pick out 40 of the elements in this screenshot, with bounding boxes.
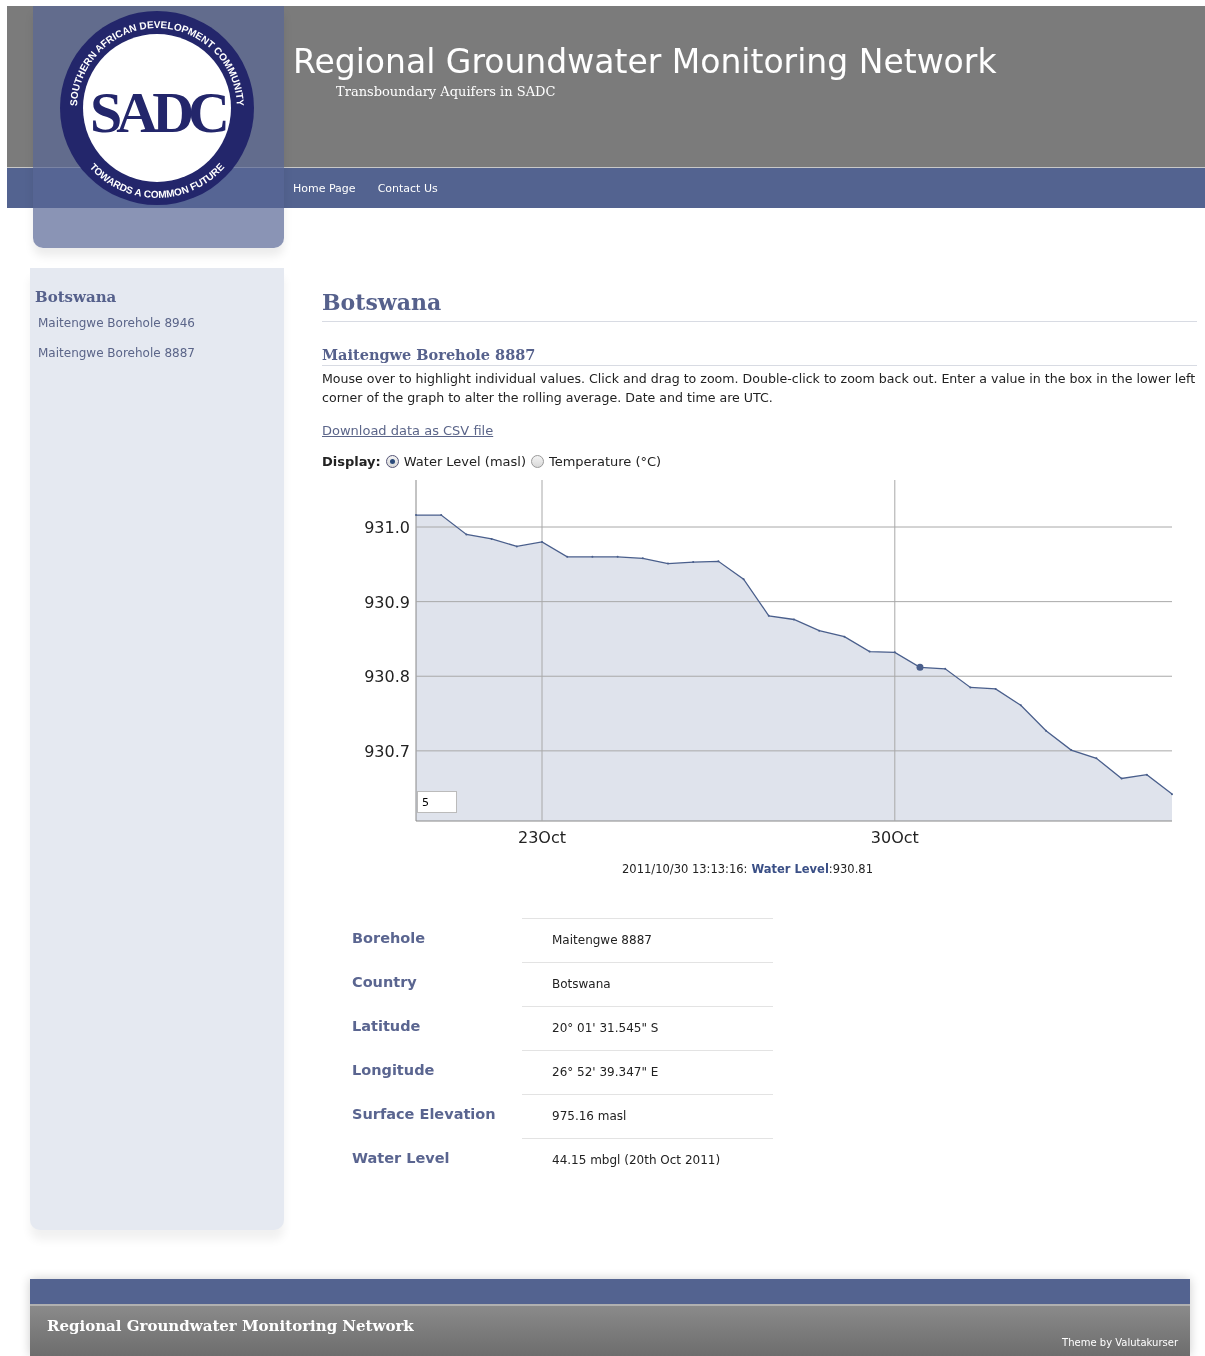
- download-link[interactable]: Download data as CSV file: [322, 423, 494, 438]
- y-tick-label: 931.0: [364, 518, 410, 537]
- detail-value: 44.15 mbgl (20th Oct 2011): [522, 1138, 773, 1182]
- sidebar-link[interactable]: Maitengwe Borehole 8887: [38, 346, 195, 360]
- detail-label: Borehole: [352, 929, 427, 948]
- detail-label: Longitude: [352, 1061, 436, 1080]
- radio-label[interactable]: Water Level (masl): [403, 454, 526, 469]
- instructions-text: Mouse over to highlight individual values. Click and drag to zoom. Double-click to zoom back out. Enter a value in the box in the lower left corner of the graph to alter the rolling average. Date and time are UTC.: [322, 370, 1197, 407]
- detail-label: Country: [352, 973, 418, 992]
- y-tick-label: 930.8: [364, 667, 410, 687]
- footer-credit: Theme by Valutakurser: [1062, 1337, 1178, 1350]
- x-tick-label: 30Oct: [870, 828, 919, 847]
- radio-button[interactable]: [530, 455, 544, 468]
- y-tick-label: 930.7: [364, 741, 410, 761]
- detail-label: Surface Elevation: [352, 1105, 497, 1124]
- detail-label: Water Level: [352, 1149, 451, 1168]
- detail-value: Maitengwe 8887: [522, 918, 773, 962]
- page-heading: Botswana: [322, 289, 1197, 322]
- nav-link[interactable]: Contact Us: [377, 181, 438, 195]
- detail-value: 20° 01' 31.545" S: [522, 1006, 773, 1050]
- nav-link[interactable]: Home Page: [293, 181, 356, 195]
- site-title: Regional Groundwater Monitoring Network: [293, 42, 998, 81]
- site-subtitle: Transboundary Aquifers in SADC: [336, 84, 557, 99]
- detail-value: Botswana: [522, 962, 773, 1006]
- detail-value: 26° 52' 39.347" E: [522, 1050, 773, 1094]
- rolling-average-field[interactable]: 5: [417, 791, 457, 813]
- readout-label: Water Level: [751, 862, 829, 876]
- radio-button[interactable]: [385, 455, 399, 468]
- readout-time: 2011/10/30 13:13:16:: [622, 862, 748, 876]
- readout-value: :930.81: [828, 862, 873, 876]
- sidebar-heading: Botswana: [35, 288, 117, 306]
- footer-title: Regional Groundwater Monitoring Network: [47, 1317, 414, 1337]
- y-tick-label: 930.9: [364, 592, 410, 612]
- section-heading: Maitengwe Borehole 8887: [322, 346, 1197, 366]
- display-label: Display:: [322, 454, 381, 469]
- detail-value: 975.16 masl: [522, 1094, 773, 1138]
- x-tick-label: 23Oct: [518, 828, 566, 847]
- radio-label[interactable]: Temperature (°C): [548, 454, 662, 469]
- sidebar-link[interactable]: Maitengwe Borehole 8946: [38, 316, 195, 330]
- detail-label: Latitude: [352, 1017, 422, 1036]
